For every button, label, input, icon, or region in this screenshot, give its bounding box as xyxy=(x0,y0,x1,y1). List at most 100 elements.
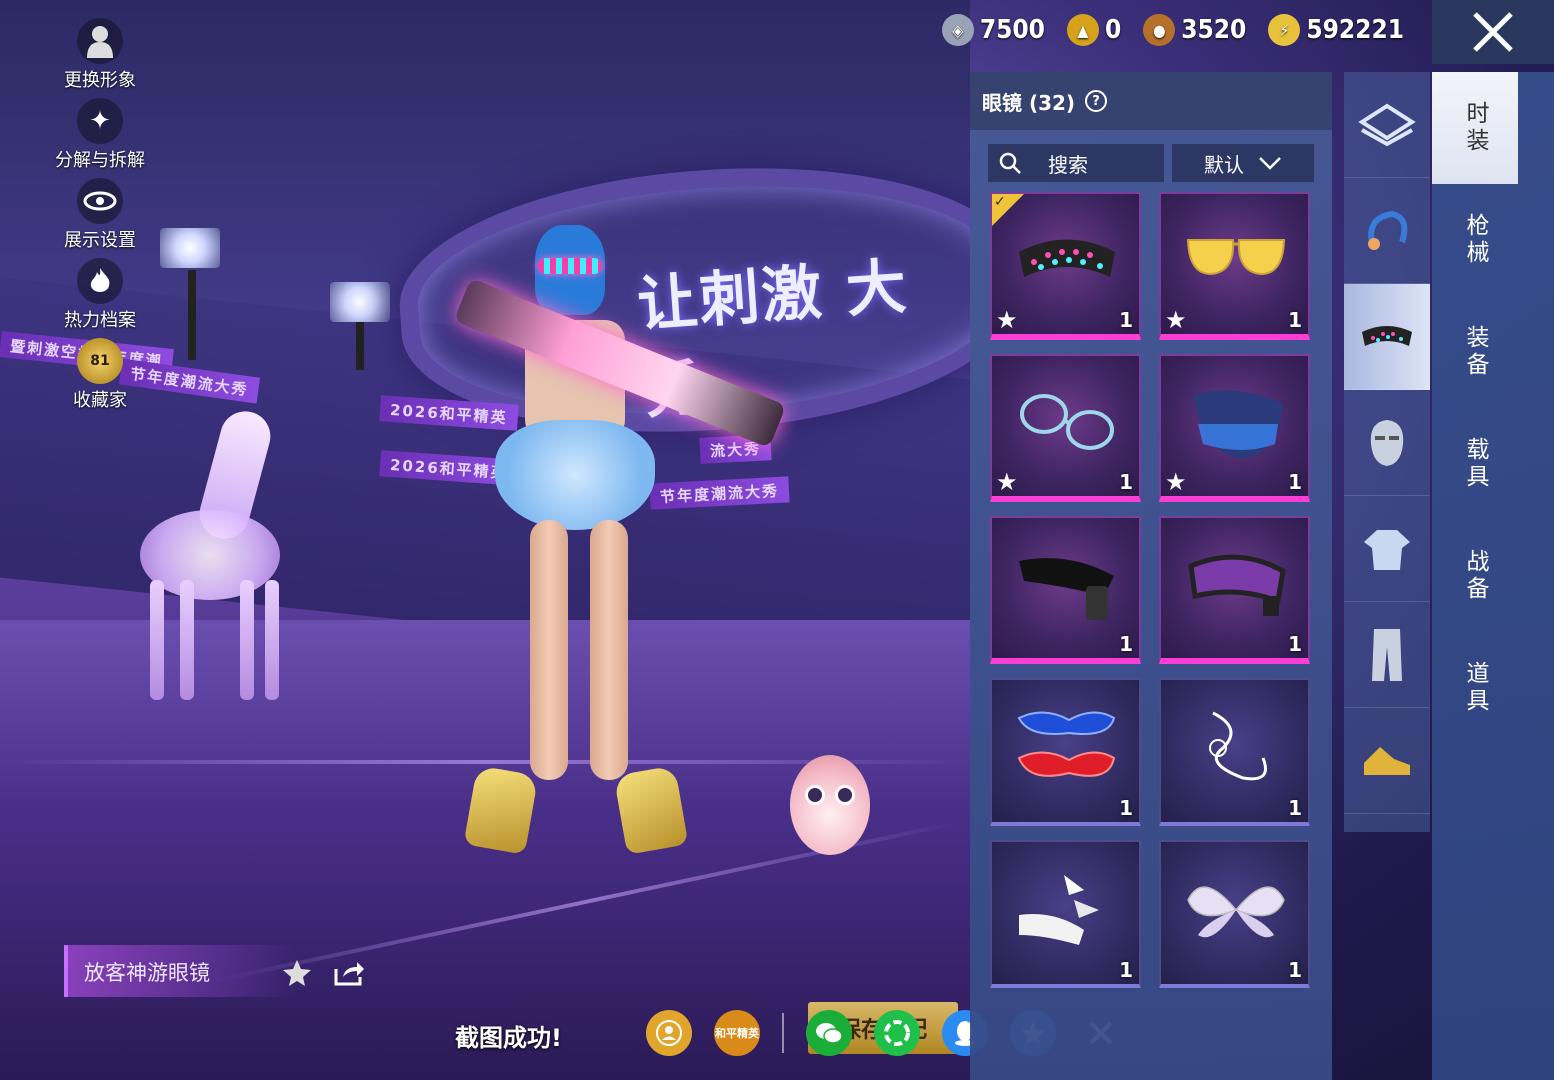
tactical-shades-icon xyxy=(1019,558,1114,620)
medal-icon: ▲ xyxy=(1066,14,1099,46)
wechat-icon xyxy=(816,1023,843,1044)
mount-crystal-horse xyxy=(120,390,300,710)
coupon-icon: ◈ xyxy=(941,14,974,46)
glasses-icon xyxy=(1362,325,1412,346)
rail-headwear[interactable] xyxy=(1344,178,1430,284)
item-quantity: 1 xyxy=(1119,632,1133,656)
collector-badge-icon: 81 xyxy=(77,338,123,384)
item-quantity: 1 xyxy=(1119,308,1133,332)
item-card-yellow-sunglasses[interactable]: ★ 1 xyxy=(1159,192,1310,340)
close-button[interactable] xyxy=(1432,0,1554,64)
decompose-button[interactable]: ✦ 分解与拆解 xyxy=(40,98,160,178)
item-card-led-visor[interactable]: ✓ ★ 1 xyxy=(990,192,1141,340)
share-item-button[interactable] xyxy=(332,958,366,988)
item-quantity: 1 xyxy=(1288,796,1302,820)
item-card-digital-shield-visor[interactable]: ★ 1 xyxy=(1159,354,1310,502)
currency-coupon[interactable]: ◈ 7500 xyxy=(941,14,1045,46)
item-card-tactical-shades[interactable]: 1 xyxy=(990,516,1141,664)
top-icon xyxy=(1364,529,1410,570)
flame-icon xyxy=(77,258,123,304)
tab-combat-gear[interactable]: 战备 xyxy=(1432,520,1518,632)
category-rail xyxy=(1344,72,1430,832)
butterfly-mask-icon xyxy=(1187,886,1285,938)
item-quantity: 1 xyxy=(1119,796,1133,820)
heat-profile-label: 热力档案 xyxy=(64,310,136,331)
item-quantity: 1 xyxy=(1288,632,1302,656)
currency-medal[interactable]: ▲ 0 xyxy=(1066,14,1121,46)
share-friends-button[interactable] xyxy=(646,1010,692,1056)
sort-dropdown[interactable]: 默认 xyxy=(1172,144,1314,182)
coin-icon: ● xyxy=(1143,14,1176,46)
stadium-light xyxy=(160,228,220,268)
light-pole xyxy=(188,270,196,360)
favorite-star-icon: ★ xyxy=(996,468,1018,496)
item-grid: ✓ ★ 1 ★ 1 ★ 1 ★ 1 1 1 1 1 1 1 xyxy=(970,192,1332,988)
collector-button[interactable]: 81 收藏家 xyxy=(40,338,160,418)
person-icon xyxy=(77,18,123,64)
lightning-icon: ⚡ xyxy=(1268,14,1301,46)
yellow-sunglasses-icon xyxy=(1186,239,1286,276)
heat-profile-button[interactable]: 热力档案 xyxy=(40,258,160,338)
currency-coin-value: 3520 xyxy=(1181,15,1247,45)
change-appearance-button[interactable]: 更换形象 xyxy=(40,18,160,98)
star-icon xyxy=(283,960,311,986)
collector-label: 收藏家 xyxy=(73,390,127,411)
wardrobe-icon xyxy=(1358,103,1416,146)
companion-pet xyxy=(785,735,875,865)
rail-pants[interactable] xyxy=(1344,602,1430,708)
item-card-white-bow-band[interactable]: 1 xyxy=(990,840,1141,988)
stadium-light xyxy=(330,282,390,322)
favorite-star-button[interactable] xyxy=(280,958,314,988)
rail-top[interactable] xyxy=(1344,496,1430,602)
search-button[interactable]: 搜索 xyxy=(988,144,1164,182)
tab-fashion[interactable]: 时装 xyxy=(1432,72,1518,184)
favorite-star-icon: ★ xyxy=(1165,306,1187,334)
tab-items[interactable]: 道具 xyxy=(1432,632,1518,744)
display-settings-button[interactable]: 展示设置 xyxy=(40,178,160,258)
rail-wardrobe[interactable] xyxy=(1344,72,1430,178)
display-settings-label: 展示设置 xyxy=(64,230,136,251)
rail-mask[interactable] xyxy=(1344,390,1430,496)
currency-coupon-value: 7500 xyxy=(979,15,1045,45)
friends-icon xyxy=(656,1020,682,1046)
decompose-label: 分解与拆解 xyxy=(55,150,145,171)
change-appearance-label: 更换形象 xyxy=(64,70,136,91)
chevron-down-icon xyxy=(1259,157,1281,170)
tab-weapons[interactable]: 枪械 xyxy=(1432,184,1518,296)
left-menu: 更换形象 ✦ 分解与拆解 展示设置 热力档案 81 收藏家 xyxy=(40,18,160,418)
item-card-purple-goggles[interactable]: 1 xyxy=(1159,516,1310,664)
item-quantity: 1 xyxy=(1288,308,1302,332)
goggles-icon xyxy=(1188,554,1286,616)
currency-coin[interactable]: ● 3520 xyxy=(1143,14,1246,46)
item-card-feather-masks[interactable]: 1 xyxy=(990,678,1141,826)
close-icon xyxy=(1473,12,1513,52)
shoes-icon xyxy=(1364,746,1410,775)
share-wechat-button[interactable] xyxy=(806,1010,852,1056)
favorite-star-icon: ★ xyxy=(996,306,1018,334)
share-game-button[interactable]: 和平精英 xyxy=(714,1010,760,1056)
tab-vehicles[interactable]: 载具 xyxy=(1432,408,1518,520)
rail-shoes[interactable] xyxy=(1344,708,1430,814)
currency-lightning[interactable]: ⚡ 592221 xyxy=(1268,14,1404,46)
help-icon[interactable]: ? xyxy=(1085,90,1108,112)
favorite-star-icon: ★ xyxy=(1165,468,1187,496)
share-moments-button[interactable] xyxy=(874,1010,920,1056)
moments-icon xyxy=(884,1020,910,1046)
item-actions xyxy=(280,958,366,988)
tab-equipment[interactable]: 装备 xyxy=(1432,296,1518,408)
panel-header: 眼镜 (32) ? xyxy=(970,72,1332,130)
eye-icon xyxy=(77,178,123,224)
rail-glasses[interactable] xyxy=(1344,284,1430,390)
item-card-round-wire-glasses[interactable]: ★ 1 xyxy=(990,354,1141,502)
ribbon-glasses-icon xyxy=(1209,711,1267,781)
search-icon xyxy=(999,152,1021,174)
main-category-tabs: 时装 枪械 装备 载具 战备 道具 xyxy=(1432,72,1554,1080)
item-quantity: 1 xyxy=(1288,470,1302,494)
item-card-ribbon-glasses[interactable]: 1 xyxy=(1159,678,1310,826)
item-quantity: 1 xyxy=(1119,958,1133,982)
item-card-butterfly-mask[interactable]: 1 xyxy=(1159,840,1310,988)
panel-title: 眼镜 (32) xyxy=(982,90,1076,115)
player-character xyxy=(430,220,790,870)
shield-visor-icon xyxy=(1193,390,1283,459)
screenshot-success-toast: 截图成功! xyxy=(455,1024,562,1052)
